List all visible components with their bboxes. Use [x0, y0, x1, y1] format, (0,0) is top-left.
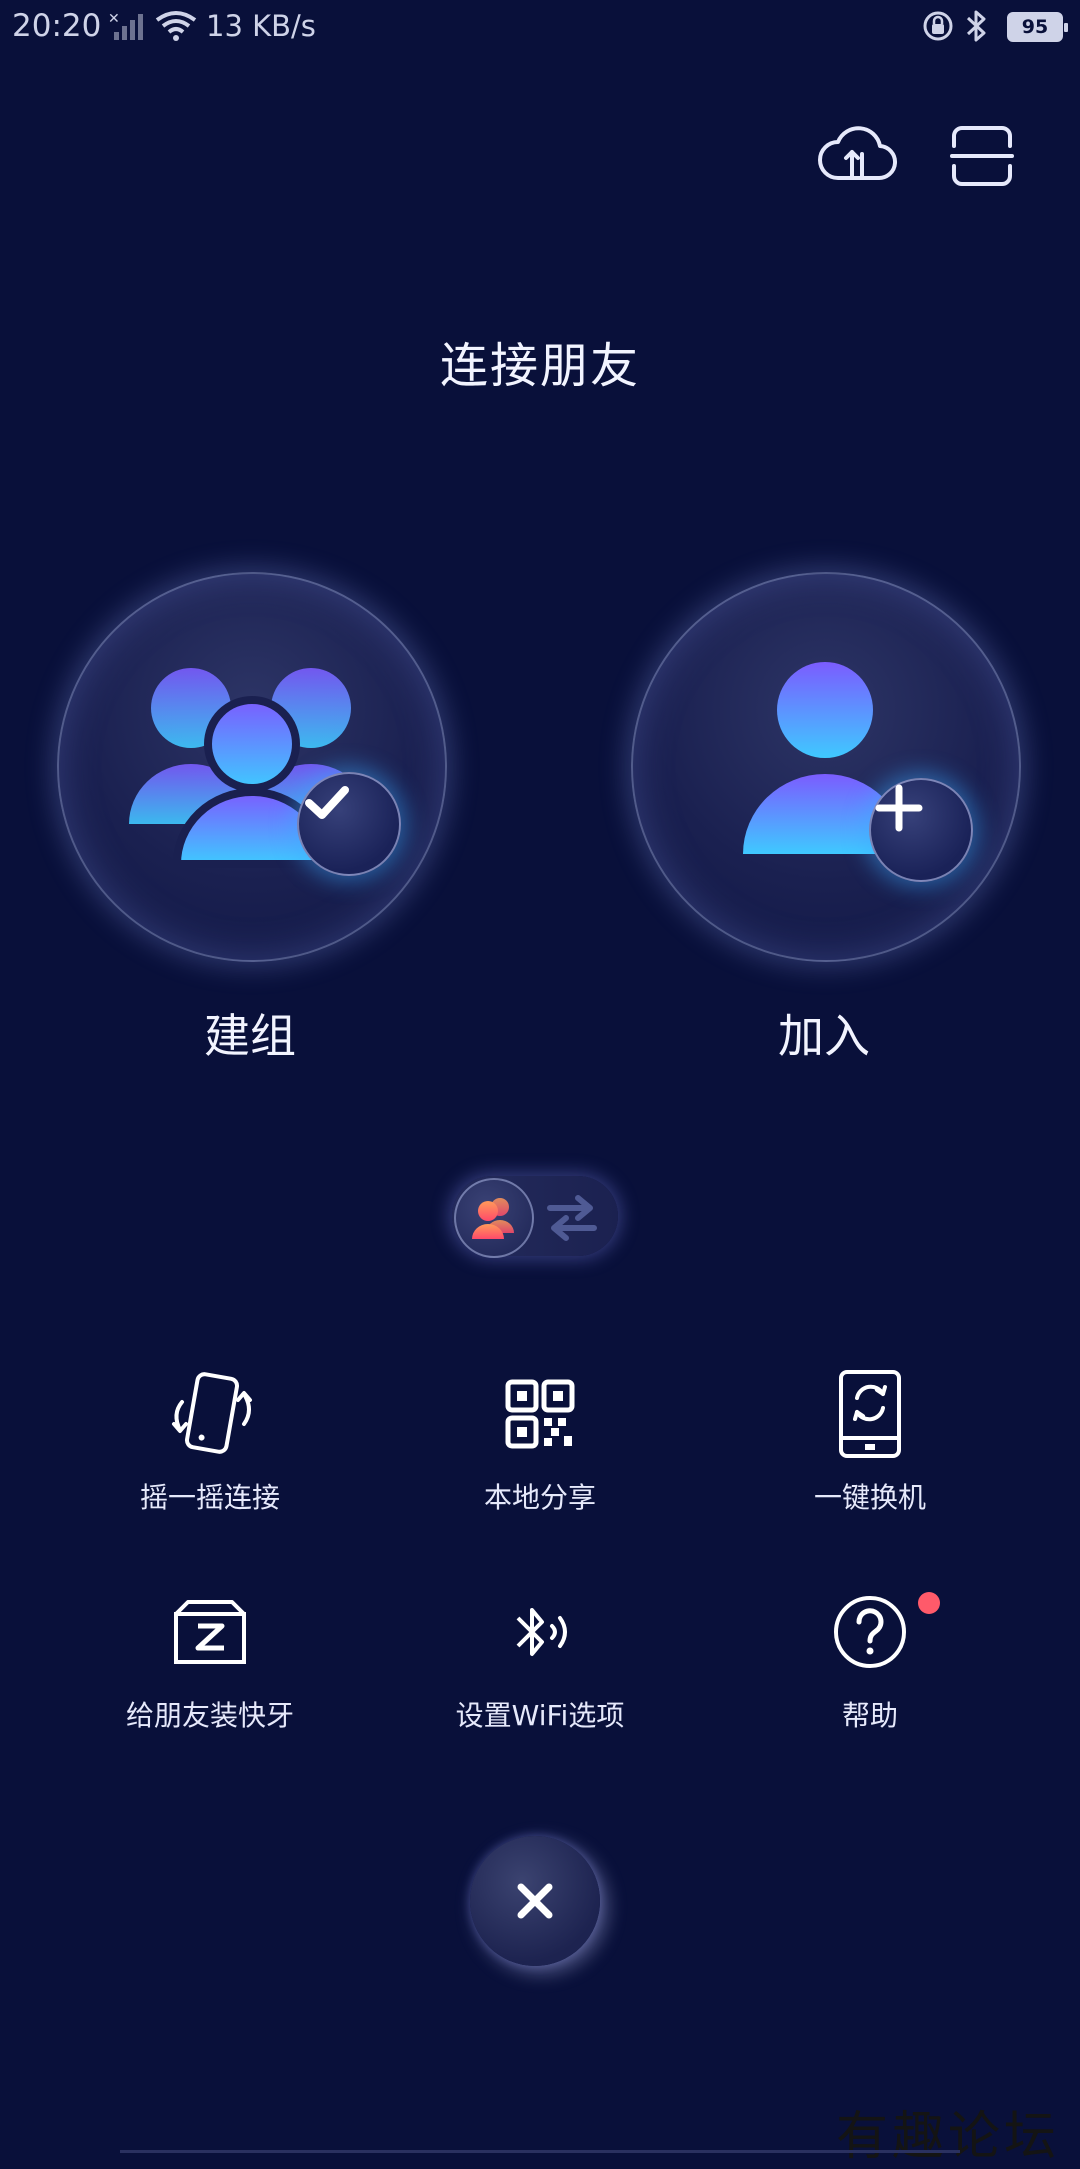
bluetooth-wave-icon — [516, 1608, 567, 1656]
status-time: 20:20 — [12, 8, 102, 44]
plus-icon — [875, 784, 923, 832]
notification-dot — [918, 1592, 940, 1614]
user-join-icon — [743, 662, 907, 854]
local-share-label: 本地分享 — [483, 1481, 596, 1514]
swap-arrows-icon — [547, 1195, 597, 1241]
network-speed: 13 KB/s — [206, 9, 316, 43]
help-label: 帮助 — [841, 1699, 898, 1732]
toggle-knob[interactable] — [454, 1178, 534, 1258]
create-group-label: 建组 — [204, 1009, 296, 1063]
check-badge — [297, 772, 401, 876]
battery-level: 95 — [1010, 15, 1060, 39]
scan-button[interactable] — [936, 110, 1028, 202]
mode-toggle[interactable] — [452, 1176, 618, 1258]
shake-connect-label: 摇一摇连接 — [139, 1481, 280, 1514]
phone-swap-label: 一键换机 — [813, 1481, 926, 1514]
close-button[interactable] — [470, 1836, 600, 1966]
group-users-icon — [129, 668, 373, 868]
lock-rotation-icon — [922, 10, 954, 46]
install-for-friend-button[interactable]: 给朋友装快牙 — [60, 1584, 360, 1734]
local-share-button[interactable]: 本地分享 — [390, 1366, 690, 1516]
shake-connect-button[interactable]: 摇一摇连接 — [60, 1366, 360, 1516]
wifi-settings-label: 设置WiFi选项 — [455, 1699, 625, 1732]
help-icon — [834, 1596, 906, 1668]
help-button[interactable]: 帮助 — [720, 1584, 1020, 1734]
install-for-friend-label: 给朋友装快牙 — [125, 1699, 294, 1732]
cloud-upload-button[interactable] — [812, 110, 904, 202]
phone-swap-icon — [839, 1370, 901, 1458]
plus-badge — [869, 778, 973, 882]
shake-phone-icon — [172, 1372, 252, 1454]
signal-icon: ✕ — [108, 10, 148, 46]
phone-swap-button[interactable]: 一键换机 — [720, 1366, 1020, 1516]
wifi-icon — [155, 10, 197, 46]
check-icon — [305, 786, 349, 819]
install-box-icon — [174, 1600, 246, 1664]
close-icon — [517, 1883, 553, 1919]
svg-text:✕: ✕ — [108, 11, 120, 27]
qr-code-icon — [505, 1379, 575, 1449]
people-icon — [472, 1198, 514, 1239]
bottom-divider — [120, 2150, 960, 2163]
bluetooth-icon — [964, 9, 990, 47]
status-bar: 20:20 ✕ 13 KB/s 95 — [0, 0, 1080, 56]
scan-icon — [950, 126, 1014, 186]
join-group-label: 加入 — [778, 1009, 870, 1063]
wifi-settings-button[interactable]: 设置WiFi选项 — [390, 1584, 690, 1734]
cloud-upload-icon — [818, 126, 897, 181]
join-group-button[interactable] — [631, 572, 1021, 962]
page-title: 连接朋友 — [439, 338, 640, 394]
create-group-button[interactable] — [57, 572, 447, 962]
battery-icon: 95 — [1007, 12, 1068, 42]
